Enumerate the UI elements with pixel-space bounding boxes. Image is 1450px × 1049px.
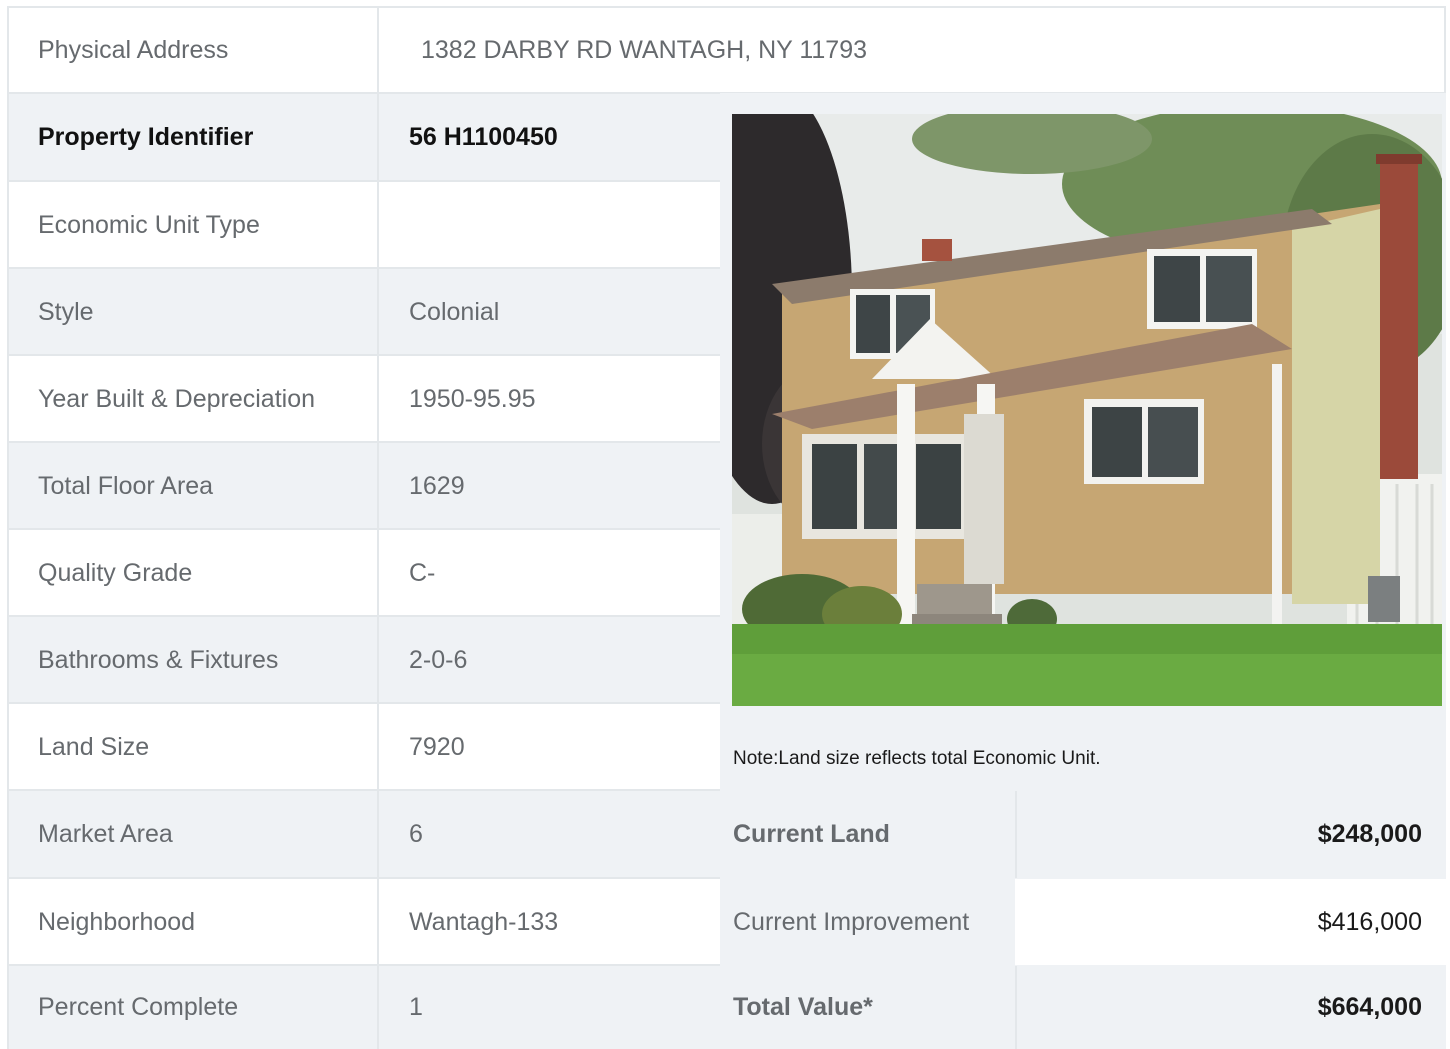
- valuation-value-current-improvement: $416,000: [1015, 879, 1446, 965]
- valuation-value-current-land: $248,000: [1015, 791, 1446, 878]
- valuation-label-total-value: Total Value*: [733, 993, 873, 1021]
- detail-value-property-identifier: 56 H1100450: [379, 94, 720, 181]
- detail-value-economic-unit-type: [379, 182, 720, 268]
- physical-address-value: 1382 DARBY RD WANTAGH, NY 11793: [381, 8, 1444, 93]
- detail-value-quality-grade: C-: [379, 530, 720, 616]
- detail-label-total-floor-area: Total Floor Area: [9, 443, 379, 529]
- detail-value-total-floor-area: 1629: [379, 443, 720, 529]
- detail-label-bathrooms: Bathrooms & Fixtures: [9, 617, 379, 703]
- detail-label-property-identifier: Property Identifier: [9, 94, 379, 181]
- physical-address-label: Physical Address: [9, 8, 379, 93]
- property-photo: [732, 114, 1442, 706]
- detail-value-style: Colonial: [379, 269, 720, 355]
- valuation-label-current-land: Current Land: [733, 820, 890, 848]
- detail-value-land-size: 7920: [379, 704, 720, 790]
- valuation-value-total-value: $664,000: [1015, 966, 1446, 1049]
- detail-value-percent-complete: 1: [379, 966, 720, 1049]
- detail-label-land-size: Land Size: [9, 704, 379, 790]
- detail-value-bathrooms: 2-0-6: [379, 617, 720, 703]
- detail-value-neighborhood: Wantagh-133: [379, 879, 720, 965]
- detail-label-percent-complete: Percent Complete: [9, 966, 379, 1049]
- land-size-note: Note:Land size reflects total Economic U…: [733, 748, 1101, 769]
- valuation-label-current-improvement: Current Improvement: [733, 907, 970, 936]
- detail-label-year-built: Year Built & Depreciation: [9, 356, 379, 442]
- detail-value-year-built: 1950-95.95: [379, 356, 720, 442]
- detail-label-quality-grade: Quality Grade: [9, 530, 379, 616]
- detail-label-economic-unit-type: Economic Unit Type: [9, 182, 379, 268]
- detail-label-market-area: Market Area: [9, 791, 379, 877]
- detail-value-market-area: 6: [379, 791, 720, 877]
- detail-label-neighborhood: Neighborhood: [9, 879, 379, 965]
- detail-label-style: Style: [9, 269, 379, 355]
